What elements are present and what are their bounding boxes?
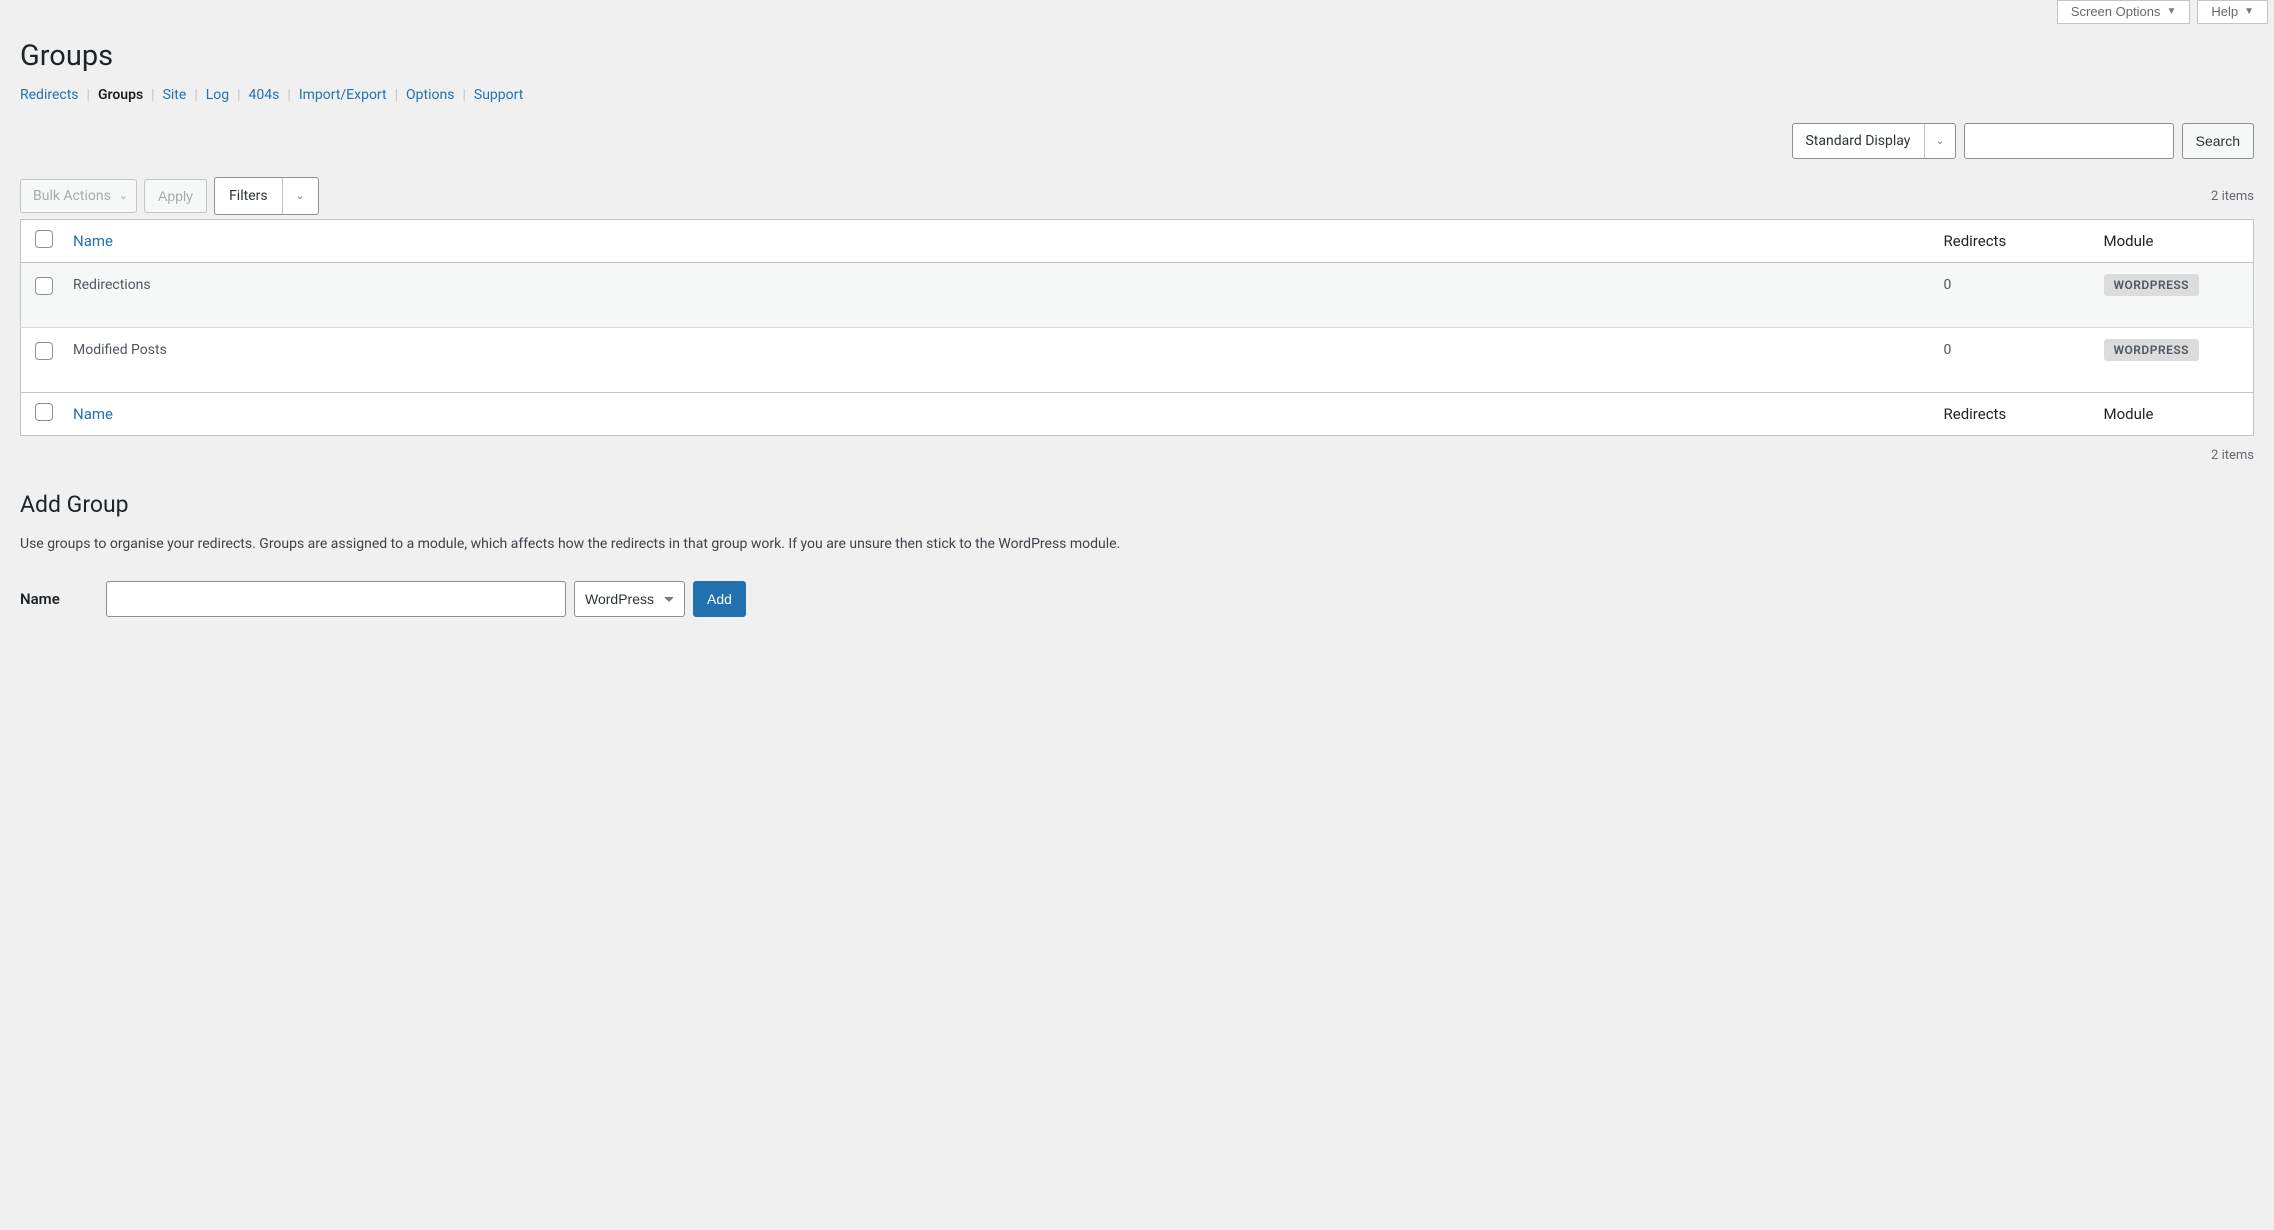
- subnav: Redirects| Groups| Site| Log| 404s| Impo…: [20, 87, 2254, 103]
- column-redirects-footer: Redirects: [1934, 393, 2094, 436]
- subnav-redirects[interactable]: Redirects: [20, 87, 79, 103]
- add-group-help: Use groups to organise your redirects. G…: [20, 534, 2254, 555]
- add-group-heading: Add Group: [20, 491, 2254, 518]
- items-count-bottom: 2 items: [20, 448, 2254, 463]
- caret-down-icon: ▼: [2166, 6, 2176, 17]
- display-select-value: Standard Display: [1793, 124, 1910, 158]
- row-redirects: 0: [1934, 328, 2094, 393]
- name-field-label: Name: [20, 590, 98, 608]
- subnav-site[interactable]: Site: [163, 87, 187, 103]
- groups-table: Name Redirects Module Redirections 0 WOR…: [20, 219, 2254, 436]
- screen-options-button[interactable]: Screen Options ▼: [2057, 0, 2191, 24]
- chevron-down-icon: ⌄: [1924, 124, 1954, 158]
- subnav-import-export[interactable]: Import/Export: [299, 87, 387, 103]
- module-badge: WORDPRESS: [2104, 339, 2200, 361]
- subnav-support[interactable]: Support: [474, 87, 523, 103]
- screen-options-label: Screen Options: [2071, 4, 2161, 19]
- group-name-input[interactable]: [106, 581, 566, 617]
- row-redirects: 0: [1934, 263, 2094, 328]
- items-count-top: 2 items: [2211, 189, 2254, 204]
- filters-label: Filters: [215, 178, 282, 214]
- help-label: Help: [2211, 4, 2238, 19]
- page-title: Groups: [20, 34, 2254, 73]
- search-button[interactable]: Search: [2182, 123, 2254, 159]
- filters-select[interactable]: Filters ⌄: [214, 177, 319, 215]
- help-button[interactable]: Help ▼: [2197, 0, 2268, 24]
- select-all-checkbox-top[interactable]: [35, 230, 53, 248]
- chevron-down-icon: ⌄: [282, 178, 318, 214]
- subnav-groups[interactable]: Groups: [98, 87, 143, 103]
- subnav-404s[interactable]: 404s: [249, 87, 280, 103]
- chevron-down-icon: ⌄: [119, 180, 136, 212]
- column-module-header: Module: [2094, 220, 2254, 263]
- column-name-header[interactable]: Name: [73, 232, 113, 250]
- row-checkbox[interactable]: [35, 342, 53, 360]
- display-select[interactable]: Standard Display ⌄: [1792, 123, 1955, 159]
- bulk-actions-select[interactable]: Bulk Actions ⌄: [20, 179, 137, 213]
- caret-down-icon: ▼: [2244, 6, 2254, 17]
- row-name: Modified Posts: [63, 328, 1934, 393]
- column-module-footer: Module: [2094, 393, 2254, 436]
- add-button[interactable]: Add: [693, 581, 746, 617]
- apply-button[interactable]: Apply: [144, 179, 207, 213]
- search-input[interactable]: [1964, 123, 2174, 159]
- subnav-options[interactable]: Options: [406, 87, 454, 103]
- subnav-log[interactable]: Log: [206, 87, 229, 103]
- column-redirects-header: Redirects: [1934, 220, 2094, 263]
- row-name: Redirections: [63, 263, 1934, 328]
- module-select[interactable]: WordPress: [574, 581, 685, 617]
- table-row: Modified Posts 0 WORDPRESS: [21, 328, 2254, 393]
- table-row: Redirections 0 WORDPRESS: [21, 263, 2254, 328]
- select-all-checkbox-bottom[interactable]: [35, 403, 53, 421]
- column-name-footer[interactable]: Name: [73, 405, 113, 423]
- row-checkbox[interactable]: [35, 277, 53, 295]
- bulk-actions-label: Bulk Actions: [21, 180, 119, 212]
- module-badge: WORDPRESS: [2104, 274, 2200, 296]
